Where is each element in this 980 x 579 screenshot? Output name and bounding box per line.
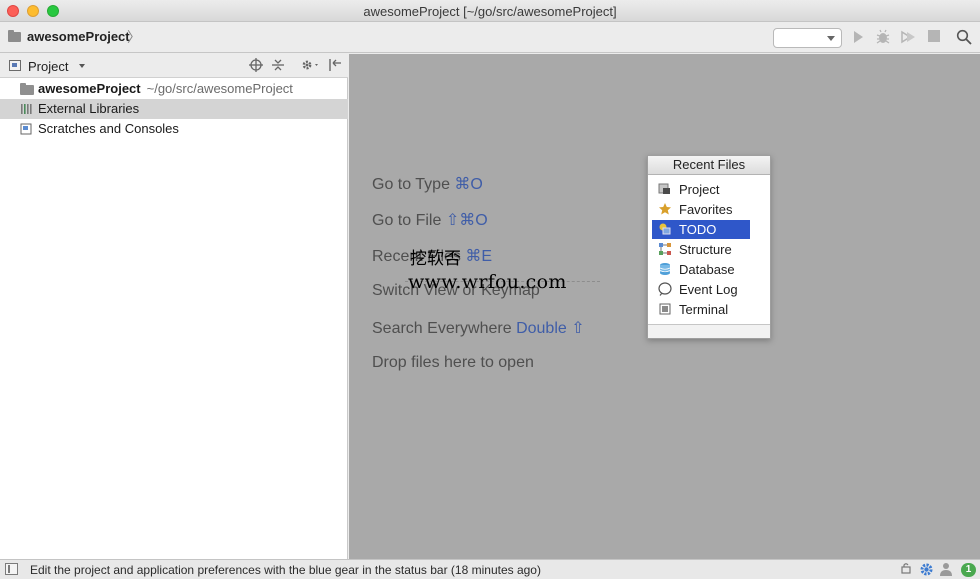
popup-item-label: Database (679, 262, 735, 277)
stop-icon (928, 30, 940, 42)
title-bar: awesomeProject [~/go/src/awesomeProject] (0, 0, 980, 22)
shortcut-label: ⇧⌘O (445, 212, 488, 229)
popup-item-favorites[interactable]: Favorites (652, 200, 750, 219)
hint-search-everywhere: Search Everywhere Double ⇧ (372, 320, 585, 337)
recent-files-popup: Recent Files Project Favorites TODO Stru… (647, 155, 771, 339)
popup-item-event-log[interactable]: Event Log (652, 280, 750, 299)
chevron-down-icon (827, 36, 835, 41)
tree-item-label: External Libraries (38, 101, 140, 116)
popup-item-project[interactable]: Project (652, 180, 750, 199)
watermark-url: www.wrfou.com (408, 271, 567, 293)
search-icon (956, 29, 972, 45)
gear-icon[interactable] (919, 562, 934, 579)
shortcut-label: ⌘O (454, 176, 483, 193)
todo-icon (658, 222, 672, 236)
popup-item-label: Favorites (679, 202, 733, 217)
collapse-all-button[interactable] (271, 58, 285, 76)
terminal-icon (658, 302, 672, 316)
recent-files-list: Project Favorites TODO Structure Databas… (648, 175, 770, 325)
locate-file-button[interactable] (249, 58, 263, 76)
bug-icon (876, 29, 890, 44)
library-icon (20, 103, 34, 115)
popup-item-structure[interactable]: Structure (652, 240, 750, 259)
breadcrumb-chevron-icon: 〉 (127, 29, 141, 45)
tree-item-awesome-project[interactable]: awesomeProject ~/go/src/awesomeProject (0, 79, 348, 99)
debug-button[interactable] (874, 29, 892, 47)
stop-button[interactable] (925, 29, 943, 47)
event-log-icon (658, 282, 672, 296)
popup-item-todo[interactable]: TODO (652, 220, 750, 239)
coverage-icon (901, 30, 915, 44)
hint-drop-files: Drop files here to open (372, 354, 534, 371)
shortcut-label: Double ⇧ (516, 320, 585, 337)
watermark-text: 挖软否 (410, 249, 461, 269)
popup-item-database[interactable]: Database (652, 260, 750, 279)
project-view-icon (9, 60, 21, 71)
structure-icon (658, 242, 672, 256)
navigation-bar: awesomeProject 〉 (0, 22, 980, 53)
toggle-tool-windows-icon[interactable] (5, 563, 18, 575)
hide-panel-button[interactable] (328, 58, 342, 76)
scratches-icon (20, 123, 34, 135)
hide-panel-icon (329, 59, 341, 71)
status-message[interactable]: Edit the project and application prefere… (30, 563, 541, 577)
database-icon (658, 262, 672, 276)
status-bar: Edit the project and application prefere… (0, 559, 980, 579)
coverage-button[interactable] (899, 29, 917, 47)
search-everywhere-button[interactable] (955, 29, 973, 47)
collapse-icon (272, 59, 284, 71)
tree-item-path: ~/go/src/awesomeProject (146, 81, 293, 96)
tree-item-label: awesomeProject (38, 81, 141, 96)
crosshair-icon (249, 58, 263, 72)
tree-item-scratches[interactable]: Scratches and Consoles (0, 119, 348, 139)
gear-icon (302, 60, 318, 70)
popup-title: Recent Files (648, 156, 770, 175)
project-tool-window: Project awesomeProject ~/go/src/awesomePr… (0, 54, 348, 559)
hint-go-to-file: Go to File ⇧⌘O (372, 212, 488, 229)
notification-count-badge[interactable]: 1 (961, 563, 976, 577)
project-panel-header: Project (0, 54, 348, 78)
lock-icon[interactable] (901, 562, 911, 578)
folder-icon (8, 30, 21, 42)
chevron-down-icon[interactable] (79, 64, 85, 68)
window-title: awesomeProject [~/go/src/awesomeProject] (363, 4, 617, 19)
popup-item-label: Structure (679, 242, 732, 257)
breadcrumb-project[interactable]: awesomeProject (27, 29, 130, 44)
hint-go-to-type: Go to Type ⌘O (372, 176, 483, 193)
tree-item-external-libraries[interactable]: External Libraries (0, 99, 348, 119)
shortcut-label: ⌘E (465, 248, 493, 265)
popup-item-terminal[interactable]: Terminal (652, 300, 750, 319)
popup-item-label: Terminal (679, 302, 729, 317)
tree-item-label: Scratches and Consoles (38, 121, 179, 136)
popup-item-label: Event Log (679, 282, 738, 297)
project-view-selector[interactable]: Project (28, 59, 68, 74)
inspector-icon[interactable] (939, 562, 953, 579)
run-button[interactable] (849, 29, 867, 47)
popup-item-label: Project (679, 182, 720, 197)
popup-item-label: TODO (679, 222, 717, 237)
folder-icon (20, 83, 34, 95)
panel-settings-button[interactable] (300, 58, 320, 76)
play-icon (854, 31, 863, 43)
star-icon (658, 202, 672, 216)
project-icon (658, 182, 672, 196)
run-configuration-select[interactable] (773, 28, 842, 48)
